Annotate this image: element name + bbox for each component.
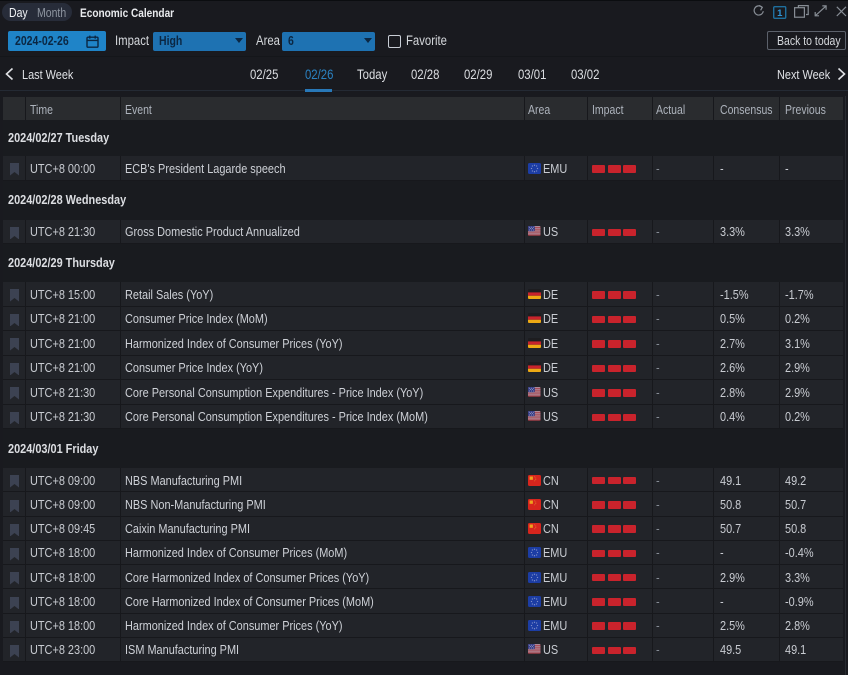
svg-text:1: 1 (777, 8, 783, 19)
